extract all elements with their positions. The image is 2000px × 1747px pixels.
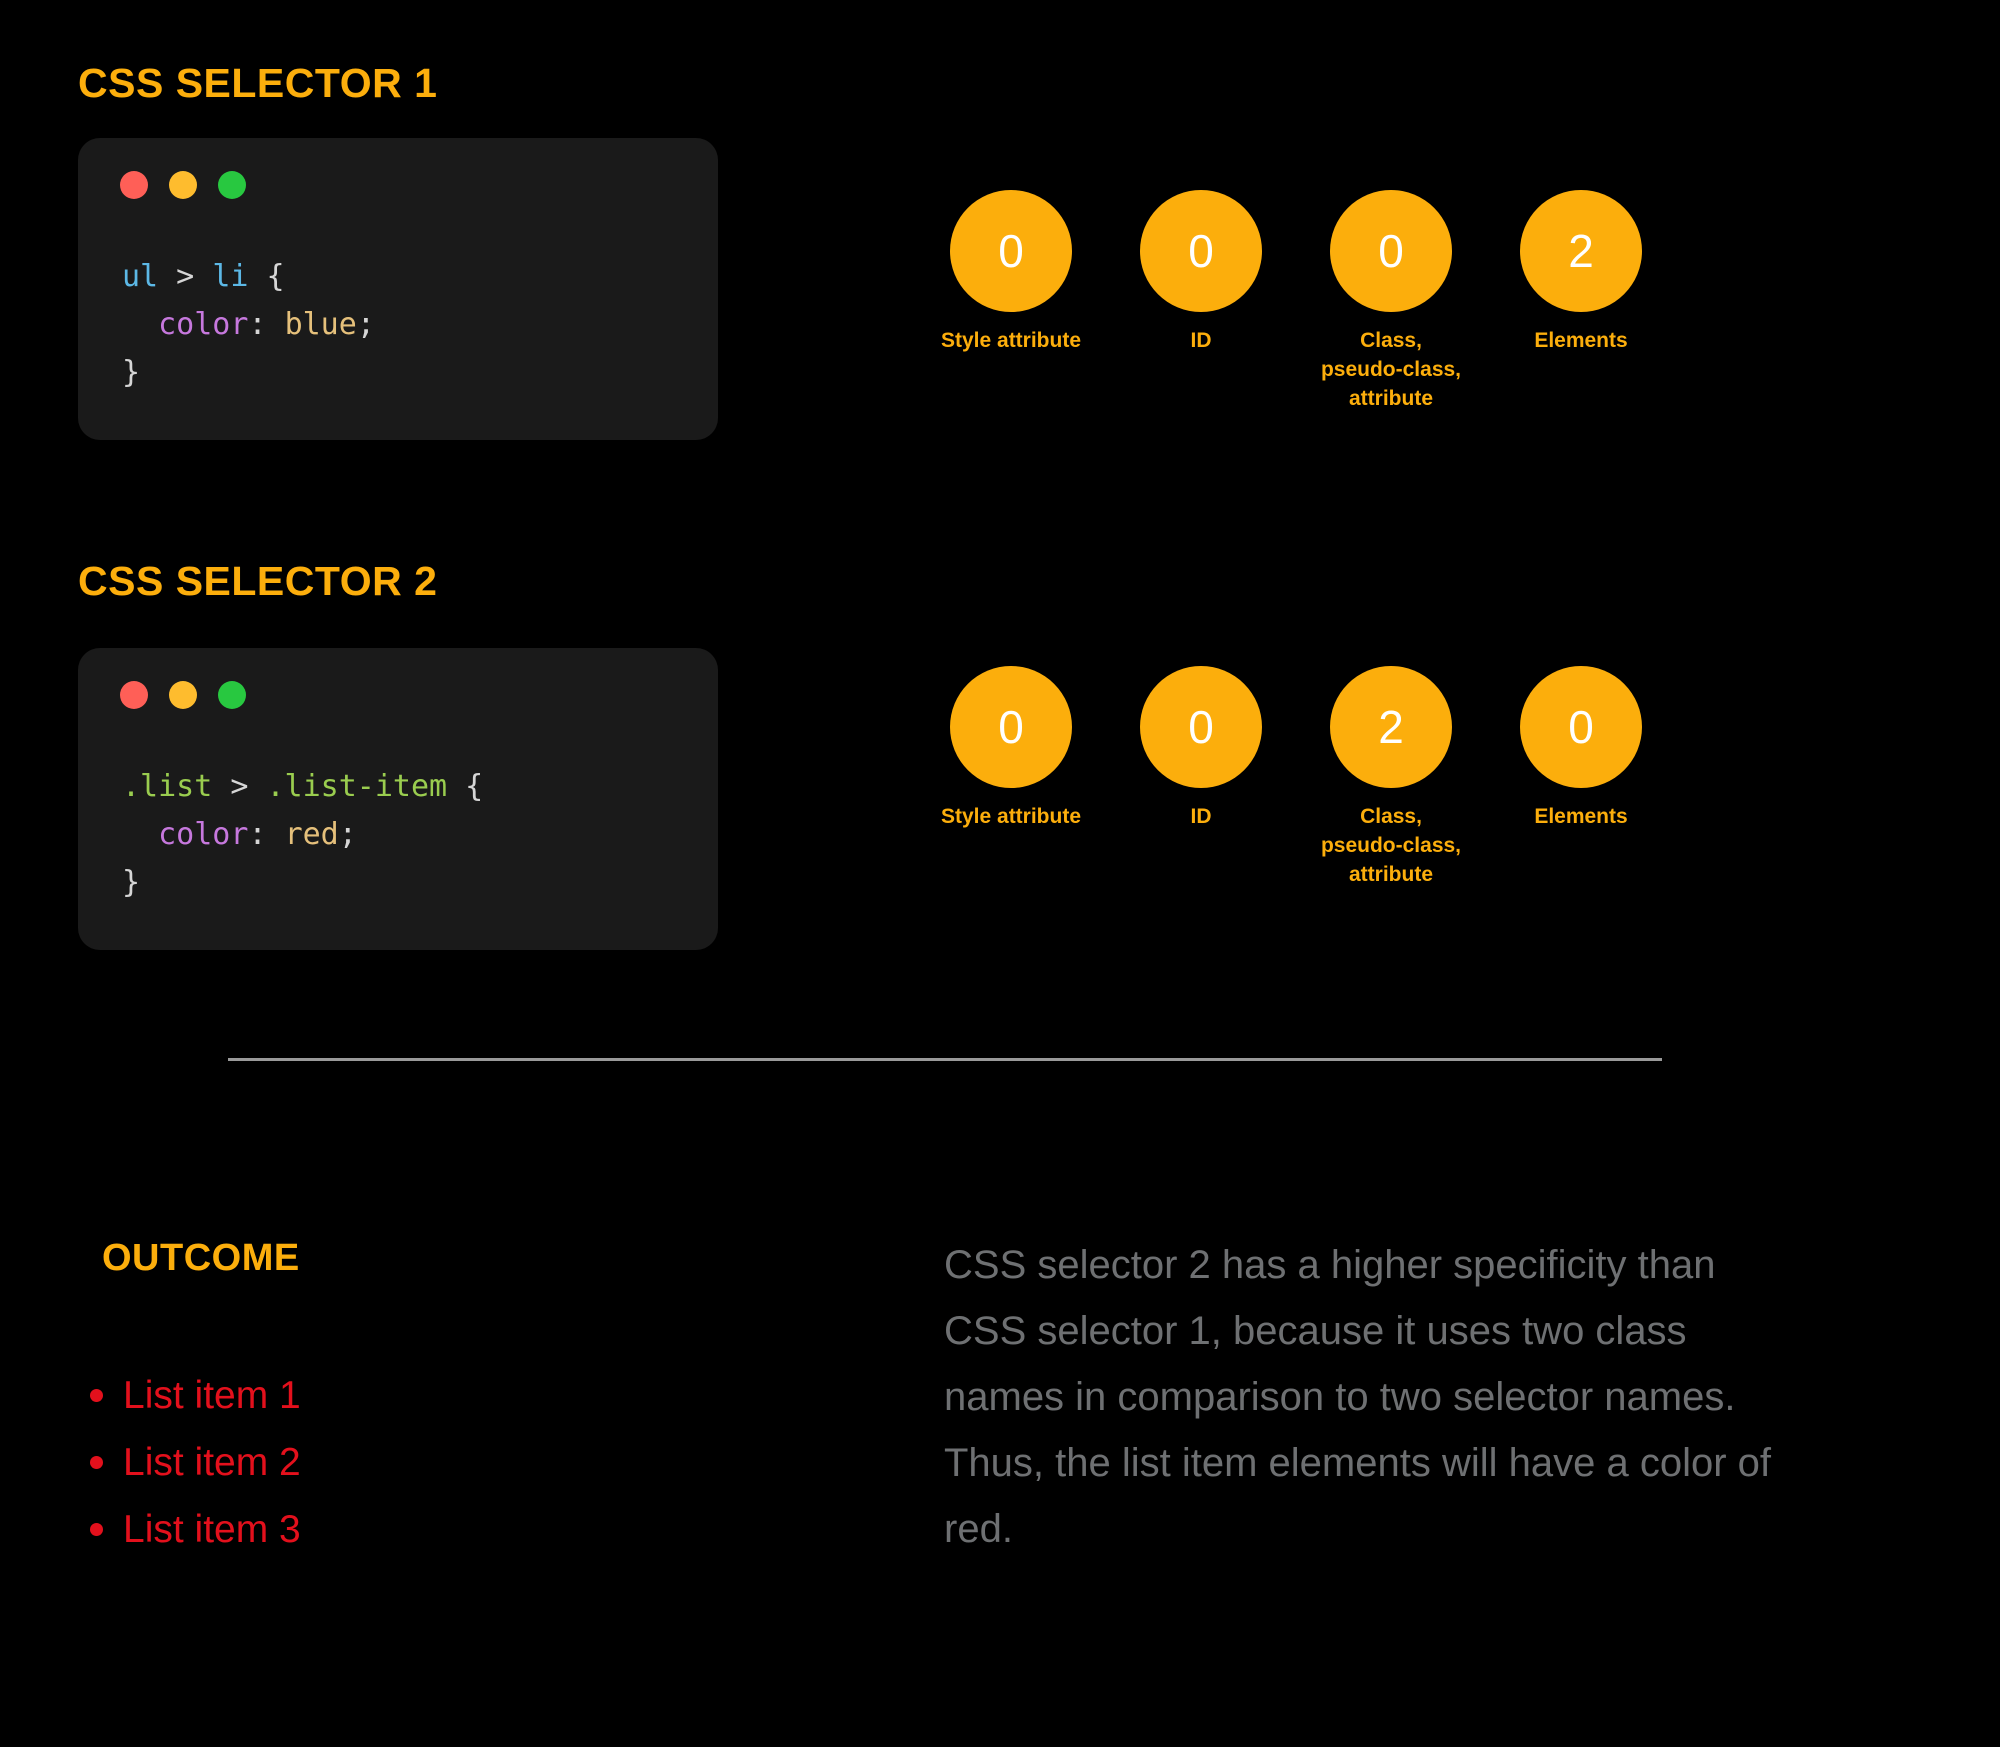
section-1-heading: CSS SELECTOR 1	[78, 60, 438, 106]
code-line: }	[122, 859, 483, 907]
outcome-title: OUTCOME	[102, 1237, 300, 1279]
page-root: CSS SELECTOR 1 ul > li { color: blue;} 0…	[0, 0, 2000, 1747]
specificity-row-1: 0 Style attribute 0 ID 0 Class, pseudo-class,…	[916, 190, 1676, 413]
specificity-cell: 0 Style attribute	[916, 190, 1106, 355]
red-dot-icon[interactable]	[120, 681, 148, 709]
code-token-prop: color	[122, 817, 249, 852]
specificity-label: ID	[1190, 329, 1212, 352]
window-dots-2	[120, 681, 246, 709]
specificity-label: Style attribute	[940, 805, 1082, 828]
code-token-el: li	[212, 259, 249, 294]
specificity-label: Class, pseudo-class, attribute	[1320, 329, 1462, 410]
specificity-value-circle: 0	[1330, 190, 1452, 312]
list-item: List item 3	[90, 1496, 301, 1563]
green-dot-icon[interactable]	[218, 171, 246, 199]
code-token-punct: ;	[356, 307, 375, 342]
specificity-cell: 0 ID	[1106, 666, 1296, 831]
code-line: .list > .list-item {	[122, 763, 483, 811]
specificity-label: Elements	[1534, 805, 1628, 828]
code-line: color: blue;	[122, 301, 375, 349]
specificity-label: Elements	[1534, 329, 1628, 352]
code-line: color: red;	[122, 811, 483, 859]
outcome-list: List item 1 List item 2 List item 3	[90, 1362, 301, 1563]
list-item-label: List item 3	[123, 1508, 301, 1551]
code-token-punct: >	[158, 259, 213, 294]
specificity-cell: 2 Class, pseudo-class, attribute	[1296, 666, 1486, 889]
window-dots-1	[120, 171, 246, 199]
list-item-label: List item 2	[123, 1441, 301, 1484]
code-token-prop: color	[122, 307, 249, 342]
bullet-icon	[90, 1523, 103, 1536]
code-token-brace: }	[122, 865, 141, 900]
specificity-label: Class, pseudo-class, attribute	[1320, 805, 1462, 886]
code-token-punct: >	[212, 769, 267, 804]
code-token-class: .list-item	[266, 769, 448, 804]
specificity-cell: 0 Class, pseudo-class, attribute	[1296, 190, 1486, 413]
specificity-cell: 0 Elements	[1486, 666, 1676, 831]
specificity-value-circle: 0	[950, 666, 1072, 788]
code-card-2: .list > .list-item { color: red;}	[78, 648, 718, 950]
code-token-val: blue	[284, 307, 357, 342]
specificity-row-2: 0 Style attribute 0 ID 2 Class, pseudo-class,…	[916, 666, 1676, 889]
code-token-punct: ;	[338, 817, 357, 852]
specificity-cell: 2 Elements	[1486, 190, 1676, 355]
specificity-label: Style attribute	[940, 329, 1082, 352]
explanation-text: CSS selector 2 has a higher specificity …	[944, 1243, 1772, 1551]
specificity-value-circle: 0	[1140, 190, 1262, 312]
code-token-el: ul	[122, 259, 159, 294]
specificity-label: ID	[1190, 805, 1212, 828]
specificity-cell: 0 Style attribute	[916, 666, 1106, 831]
list-item-label: List item 1	[123, 1374, 301, 1417]
red-dot-icon[interactable]	[120, 171, 148, 199]
code-token-class: .list	[122, 769, 213, 804]
code-line: }	[122, 349, 375, 397]
list-item: List item 1	[90, 1362, 301, 1429]
code-block-1: ul > li { color: blue;}	[122, 253, 375, 397]
code-card-1: ul > li { color: blue;}	[78, 138, 718, 440]
list-item: List item 2	[90, 1429, 301, 1496]
specificity-value-circle: 2	[1330, 666, 1452, 788]
specificity-cell: 0 ID	[1106, 190, 1296, 355]
bullet-icon	[90, 1456, 103, 1469]
yellow-dot-icon[interactable]	[169, 171, 197, 199]
code-token-punct: :	[248, 817, 285, 852]
specificity-value-circle: 0	[1140, 666, 1262, 788]
specificity-value-circle: 2	[1520, 190, 1642, 312]
bullet-icon	[90, 1389, 103, 1402]
green-dot-icon[interactable]	[218, 681, 246, 709]
code-token-punct: :	[248, 307, 285, 342]
specificity-value-circle: 0	[950, 190, 1072, 312]
code-token-brace: {	[447, 769, 484, 804]
code-token-brace: {	[248, 259, 285, 294]
code-token-val: red	[284, 817, 339, 852]
section-2-heading: CSS SELECTOR 2	[78, 558, 438, 604]
section-divider	[228, 1058, 1662, 1061]
code-token-brace: }	[122, 355, 141, 390]
specificity-value-circle: 0	[1520, 666, 1642, 788]
code-block-2: .list > .list-item { color: red;}	[122, 763, 483, 907]
code-line: ul > li {	[122, 253, 375, 301]
yellow-dot-icon[interactable]	[169, 681, 197, 709]
